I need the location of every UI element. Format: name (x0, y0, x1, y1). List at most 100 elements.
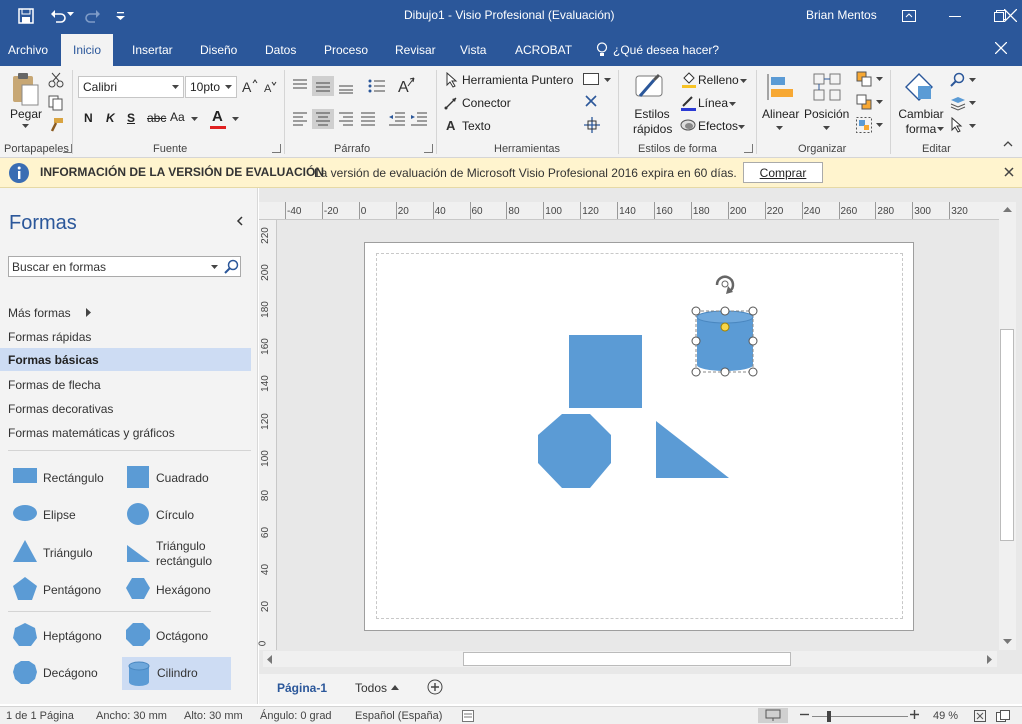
undo-icon[interactable] (50, 8, 66, 24)
vertical-scroll-thumb[interactable] (1000, 329, 1014, 541)
chevron-down-icon[interactable] (969, 124, 976, 128)
effects-button[interactable]: Efectos (698, 119, 738, 133)
shape-decagono[interactable]: Decágono (8, 656, 118, 690)
italic-button[interactable]: K (106, 111, 115, 125)
chevron-down-icon[interactable] (876, 77, 883, 81)
paste-button[interactable]: Pegar (10, 107, 42, 121)
presentation-mode-icon[interactable] (758, 708, 788, 723)
chevron-down-icon[interactable] (969, 101, 976, 105)
close-icon[interactable] (585, 95, 597, 107)
stencil-formas-de-flecha[interactable]: Formas de flecha (0, 373, 251, 396)
ribbon-display-options-icon[interactable] (886, 0, 932, 32)
align-top-icon[interactable] (292, 78, 308, 94)
decrease-indent-icon[interactable] (388, 112, 406, 126)
tab-insertar[interactable]: Insertar (132, 43, 173, 57)
all-pages-button[interactable]: Todos (355, 681, 387, 695)
chevron-down-icon[interactable] (740, 79, 747, 83)
stencil-formas-decorativas[interactable]: Formas decorativas (0, 397, 251, 420)
text-tool-button[interactable]: Texto (462, 119, 491, 133)
more-shapes-item[interactable]: Más formas (0, 301, 251, 324)
search-icon[interactable] (224, 259, 239, 274)
chevron-down-icon[interactable] (211, 265, 218, 269)
copy-icon[interactable] (48, 95, 64, 111)
chevron-up-icon[interactable] (391, 685, 399, 690)
group-icon[interactable] (856, 117, 872, 133)
paragraph-launcher-icon[interactable] (424, 144, 433, 153)
align-left-icon[interactable] (292, 112, 308, 126)
zoom-level[interactable]: 49 % (933, 710, 958, 722)
chevron-down-icon[interactable] (738, 125, 745, 129)
chevron-down-icon[interactable] (191, 117, 198, 121)
quick-styles-button[interactable]: Estilos rápidos (633, 107, 672, 137)
chevron-down-icon[interactable] (776, 126, 783, 130)
layers-icon[interactable] (950, 95, 966, 111)
chevron-down-icon[interactable] (232, 117, 239, 121)
vertical-ruler[interactable]: 220 200 180 160 140 120 100 80 60 40 20 0 (257, 220, 277, 650)
connection-point-icon[interactable] (584, 117, 600, 133)
rotation-handle-icon[interactable] (715, 275, 735, 294)
font-name-select[interactable]: Calibri (78, 76, 184, 98)
shape-search-box[interactable]: Buscar en formas (8, 256, 241, 277)
tab-acrobat[interactable]: ACROBAT (515, 43, 572, 57)
font-size-select[interactable]: 10pto (185, 76, 237, 98)
chevron-down-icon[interactable] (937, 127, 944, 131)
buy-button[interactable]: Comprar (743, 162, 823, 183)
bullets-icon[interactable] (368, 78, 386, 94)
scroll-up-icon[interactable] (1003, 207, 1012, 212)
horizontal-scroll-thumb[interactable] (463, 652, 791, 666)
justify-icon[interactable] (360, 112, 376, 126)
shape-heptagono[interactable]: Heptágono (8, 618, 118, 652)
shape-pentagono[interactable]: Pentágono (8, 572, 118, 606)
customize-qat-icon[interactable] (116, 12, 125, 21)
shape-octagono[interactable]: Octágono (121, 618, 231, 652)
zoom-in-icon[interactable] (910, 710, 919, 719)
vertical-scrollbar[interactable] (999, 202, 1016, 650)
macro-record-icon[interactable] (462, 710, 474, 722)
bold-button[interactable]: N (84, 111, 93, 125)
scroll-down-icon[interactable] (1003, 639, 1012, 644)
font-color-button[interactable]: A (212, 108, 223, 125)
shape-rectangulo[interactable]: Rectángulo (8, 461, 118, 495)
shrink-font-icon[interactable]: A (264, 80, 278, 94)
change-shape-button[interactable]: Cambiar forma (898, 107, 944, 137)
chevron-down-icon[interactable] (876, 123, 883, 127)
align-center-button[interactable] (312, 109, 334, 129)
align-button[interactable]: Alinear (762, 107, 799, 121)
increase-indent-icon[interactable] (410, 112, 428, 126)
canvas-right-triangle[interactable] (656, 421, 729, 478)
chevron-down-icon[interactable] (729, 102, 736, 106)
font-launcher-icon[interactable] (272, 144, 281, 153)
canvas-octagon[interactable] (538, 414, 611, 488)
paste-dropdown-icon[interactable] (22, 124, 29, 128)
format-painter-icon[interactable] (48, 117, 64, 133)
chevron-down-icon[interactable] (876, 100, 883, 104)
align-middle-button[interactable] (312, 76, 334, 96)
shape-cuadrado[interactable]: Cuadrado (121, 461, 231, 495)
cut-icon[interactable] (48, 72, 64, 88)
tab-proceso[interactable]: Proceso (324, 43, 368, 57)
clipboard-paste-icon[interactable] (10, 72, 42, 108)
fit-page-icon[interactable] (974, 710, 986, 722)
tab-vista[interactable]: Vista (460, 43, 486, 57)
tell-me-search[interactable]: ¿Qué desea hacer? (613, 43, 719, 57)
text-direction-icon[interactable]: A (398, 76, 416, 94)
zoom-out-icon[interactable] (800, 710, 809, 719)
fill-button[interactable]: Relleno (698, 73, 739, 87)
pointer-tool-button[interactable]: Herramienta Puntero (462, 73, 573, 87)
status-language[interactable]: Español (España) (355, 710, 442, 722)
collapse-pane-icon[interactable] (236, 216, 243, 226)
page-tab-pagina-1[interactable]: Página-1 (277, 681, 327, 695)
bring-front-icon[interactable] (856, 71, 872, 87)
stencil-formas-matematicas[interactable]: Formas matemáticas y gráficos (0, 421, 251, 444)
tab-archivo[interactable]: Archivo (8, 43, 48, 57)
chevron-down-icon[interactable] (604, 78, 611, 82)
chevron-down-icon[interactable] (969, 78, 976, 82)
tab-inicio[interactable]: Inicio (61, 34, 114, 66)
drawing-page[interactable] (364, 242, 914, 631)
close-window-icon[interactable] (1004, 9, 1017, 22)
horizontal-scrollbar[interactable] (263, 651, 997, 667)
search-input[interactable]: Buscar en formas (12, 260, 106, 274)
minimize-icon[interactable] (932, 0, 978, 32)
stencil-formas-basicas[interactable]: Formas básicas (0, 348, 251, 371)
close-document-icon[interactable] (995, 42, 1007, 54)
